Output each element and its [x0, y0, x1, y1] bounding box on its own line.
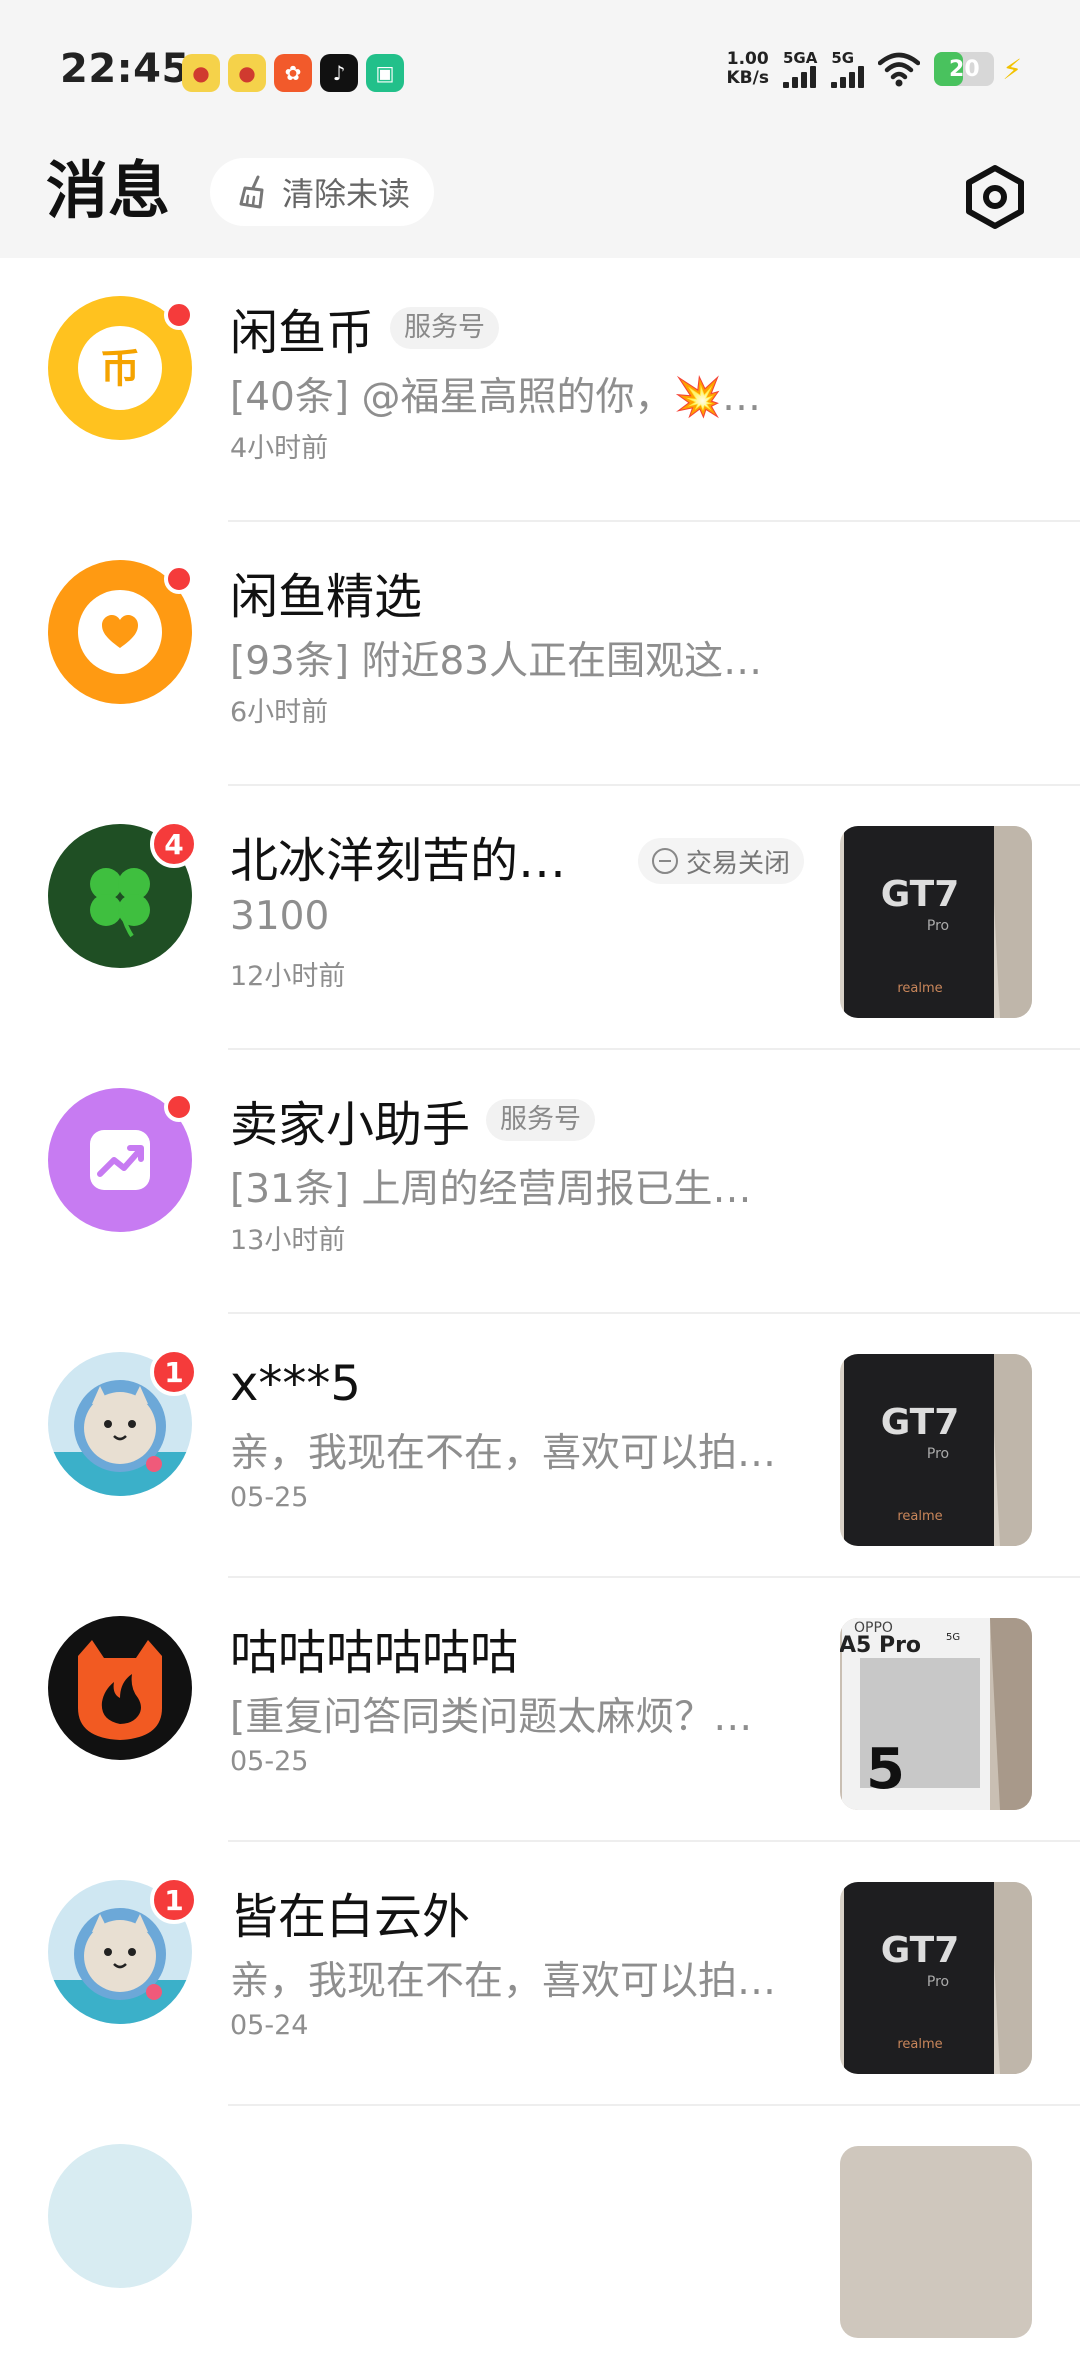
conversation-preview: 亲，我现在不在，喜欢可以拍… — [230, 1431, 777, 1476]
thumb-model-text: GT7 — [881, 874, 960, 915]
product-thumbnail[interactable] — [840, 2146, 1032, 2338]
thumb-model-text: A5 Pro — [840, 1633, 921, 1658]
unread-dot — [164, 564, 194, 594]
signal-5ga-icon: 5GA — [782, 48, 818, 88]
service-tag: 服务号 — [390, 307, 500, 349]
header: 消息 清除未读 — [0, 140, 1080, 258]
page-title: 消息 — [46, 154, 171, 227]
product-thumbnail[interactable]: OPPO A5 Pro 5G 5 — [840, 1618, 1032, 1810]
conversation-name: 皆在白云外 — [230, 1889, 471, 1945]
weibo-icon: ● — [228, 54, 266, 92]
unread-count-badge: 1 — [150, 1876, 198, 1924]
service-tag: 服务号 — [486, 1099, 596, 1141]
unread-dot — [164, 1092, 194, 1122]
conversation-time: 4小时前 — [230, 433, 329, 464]
avatar-coin: 币 — [48, 296, 194, 440]
top-area: 22:45 ● ● ✿ ♪ ▣ 1.00 KB/s 5GA 5G 20 ⚡ 消息… — [0, 0, 1080, 258]
avatar-cat: 1 — [48, 1876, 198, 2024]
trade-status-label: 交易关闭 — [686, 848, 791, 879]
battery-level: 20 — [949, 56, 980, 82]
conversation-preview: [40条] @福星高照的你，💥… — [230, 375, 762, 420]
signal-5g-icon: 5G — [831, 48, 865, 88]
thumb-sub-text: Pro — [927, 1446, 949, 1462]
signal-5g-label: 5G — [831, 48, 855, 67]
conversation-time: 05-25 — [230, 1746, 309, 1777]
conversation-name: 咕咕咕咕咕咕 — [230, 1625, 519, 1681]
network-speed-value: 1.00 — [726, 49, 769, 69]
avatar-assistant — [48, 1088, 194, 1232]
flame-icon — [78, 1640, 162, 1740]
thumb-brand-text: realme — [897, 2037, 942, 2052]
system-icons: 1.00 KB/s 5GA 5G 20 ⚡ — [727, 48, 1022, 88]
conversation-row[interactable]: 4 北冰洋刻苦的… 交易关闭 3100 12小时前 GT7 Pro realme — [0, 786, 1080, 1050]
avatar-cat: 1 — [48, 1348, 198, 1496]
conversation-row[interactable]: 闲鱼精选 [93条] 附近83人正在围观这… 6小时前 — [0, 522, 1080, 786]
thumb-sub-text: Pro — [927, 1974, 949, 1990]
trade-closed-tag: 交易关闭 — [638, 838, 805, 884]
product-thumbnail[interactable]: GT7 Pro realme — [840, 826, 1032, 1018]
conversation-preview: [31条] 上周的经营周报已生… — [230, 1167, 752, 1212]
unread-count-badge: 4 — [150, 820, 198, 868]
thumb-brand-text: realme — [897, 981, 942, 996]
tiktok-icon: ♪ — [320, 54, 358, 92]
mi-home-icon: ▣ — [366, 54, 404, 92]
conversation-row[interactable]: 1 皆在白云外 亲，我现在不在，喜欢可以拍… 05-24 GT7 Pro rea… — [0, 1842, 1080, 2106]
network-speed: 1.00 KB/s — [727, 50, 769, 88]
thumb-brand-text: realme — [897, 1509, 942, 1524]
broom-icon — [239, 175, 264, 209]
conversation-time: 13小时前 — [230, 1225, 346, 1256]
conversation-time: 05-25 — [230, 1482, 309, 1513]
clear-unread-label: 清除未读 — [282, 175, 411, 213]
minus-circle-icon — [652, 848, 678, 874]
avatar-select — [48, 560, 194, 704]
conversation-name: x***5 — [230, 1356, 361, 1412]
thumb-big-number: 5 — [866, 1737, 905, 1802]
notification-icons: ● ● ✿ ♪ ▣ — [182, 54, 404, 92]
conversation-preview: [重复问答同类问题太麻烦？… — [230, 1695, 753, 1740]
status-time: 22:45 — [60, 46, 190, 92]
conversation-row[interactable]: 币 闲鱼币 服务号 [40条] @福星高照的你，💥… 4小时前 — [0, 258, 1080, 522]
conversation-row[interactable]: 咕咕咕咕咕咕 [重复问答同类问题太麻烦？… 05-25 OPPO A5 Pro … — [0, 1578, 1080, 1842]
unread-count-badge: 1 — [150, 1348, 198, 1396]
signal-5ga-label: 5GA — [782, 48, 818, 67]
weibo-icon: ● — [182, 54, 220, 92]
wifi-icon — [878, 52, 921, 87]
conversation-name: 闲鱼币 — [230, 305, 375, 361]
thumb-model-text: GT7 — [881, 1402, 960, 1443]
thumb-sub-text: 5G — [946, 1632, 960, 1643]
battery-icon: 20 — [934, 52, 995, 86]
conversation-preview: [93条] 附近83人正在围观这… — [230, 639, 763, 684]
network-speed-unit: KB/s — [726, 68, 769, 88]
conversation-row[interactable]: 卖家小助手 服务号 [31条] 上周的经营周报已生… 13小时前 — [0, 1050, 1080, 1314]
conversation-name: 闲鱼精选 — [230, 569, 423, 625]
conversation-row[interactable]: 1 x***5 亲，我现在不在，喜欢可以拍… 05-25 GT7 Pro rea… — [0, 1314, 1080, 1578]
conversation-name: 卖家小助手 — [230, 1097, 471, 1153]
product-thumbnail[interactable]: GT7 Pro realme — [840, 1882, 1032, 2074]
settings-icon[interactable] — [960, 162, 1030, 232]
conversation-name: 北冰洋刻苦的… — [230, 833, 567, 889]
thumb-sub-text: Pro — [927, 918, 949, 934]
conversation-time: 6小时前 — [230, 697, 329, 728]
conversation-list: 币 闲鱼币 服务号 [40条] @福星高照的你，💥… 4小时前 闲鱼精选 [93… — [0, 258, 1080, 2370]
status-bar: 22:45 ● ● ✿ ♪ ▣ 1.00 KB/s 5GA 5G 20 ⚡ — [0, 0, 1080, 140]
conversation-row[interactable] — [0, 2106, 1080, 2370]
avatar-partial — [48, 2144, 192, 2288]
avatar-flame — [48, 1616, 192, 1760]
unread-dot — [164, 300, 194, 330]
clear-unread-button[interactable]: 清除未读 — [210, 158, 435, 226]
conversation-time: 05-24 — [230, 2010, 309, 2041]
charging-icon: ⚡ — [1002, 52, 1022, 86]
conversation-preview: 3100 — [230, 894, 330, 939]
jd-icon: ✿ — [274, 54, 312, 92]
product-thumbnail[interactable]: GT7 Pro realme — [840, 1354, 1032, 1546]
conversation-time: 12小时前 — [230, 961, 346, 992]
thumb-model-text: GT7 — [881, 1930, 960, 1971]
svg-text:币: 币 — [100, 346, 140, 392]
conversation-preview: 亲，我现在不在，喜欢可以拍… — [230, 1959, 777, 2004]
avatar-clover: 4 — [48, 820, 198, 968]
